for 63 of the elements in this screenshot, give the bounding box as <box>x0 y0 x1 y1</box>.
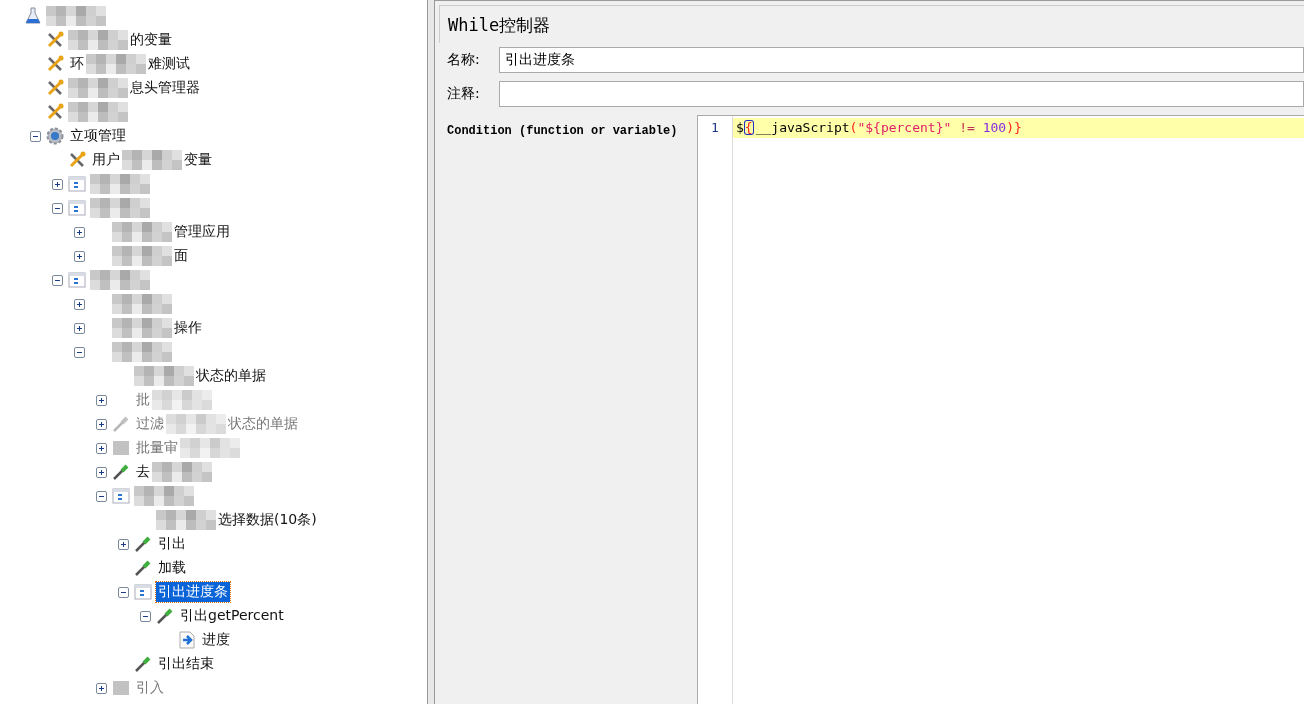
pipette-icon <box>156 607 174 625</box>
condition-label: Condition (function or variable) <box>447 124 678 138</box>
input-field[interactable] <box>499 81 1304 107</box>
controller-icon <box>68 175 86 193</box>
tree-node-label[interactable]: 用户 <box>90 150 122 170</box>
controller-icon <box>112 487 130 505</box>
expand-toggle[interactable] <box>51 178 63 190</box>
tools-icon <box>46 103 64 121</box>
expand-toggle[interactable] <box>73 346 85 358</box>
expand-toggle[interactable] <box>95 490 107 502</box>
controller-icon <box>134 583 152 601</box>
tree-node-label[interactable]: 息头管理器 <box>128 78 202 98</box>
expand-toggle[interactable] <box>73 226 85 238</box>
flask-icon <box>24 7 42 25</box>
panel-title: While控制器 <box>448 15 551 35</box>
controller-icon <box>68 271 86 289</box>
tree-node-label[interactable]: 难测试 <box>146 54 192 74</box>
line-number: 1 <box>711 119 719 137</box>
code-line: ${ __javaScript("${percent}" != 100)} <box>736 120 1022 135</box>
tree-node-label[interactable]: 变量 <box>182 150 214 170</box>
expand-toggle[interactable] <box>139 610 151 622</box>
expand-toggle[interactable] <box>73 298 85 310</box>
gear-icon <box>46 127 64 145</box>
tree-node-label[interactable]: 进度 <box>200 630 232 650</box>
controller-icon <box>68 199 86 217</box>
expand-toggle[interactable] <box>117 538 129 550</box>
disabled-controller-icon <box>112 679 130 697</box>
code-editor[interactable]: 1 ${ __javaScript("${percent}" != 100)} <box>697 115 1304 704</box>
tree-node-label[interactable]: 立项管理 <box>68 126 128 146</box>
tools-icon <box>46 31 64 49</box>
expand-toggle[interactable] <box>73 322 85 334</box>
field-label: 注释: <box>447 85 481 103</box>
tree-node-label[interactable]: 状态的单据 <box>194 366 268 386</box>
tree-node-label[interactable]: 引出 <box>156 534 188 554</box>
pipette-icon <box>134 535 152 553</box>
expand-toggle[interactable] <box>29 130 41 142</box>
tree-node-label[interactable]: 操作 <box>172 318 204 338</box>
pipette-icon <box>112 415 130 433</box>
disabled-controller-icon <box>112 439 130 457</box>
pipette-icon <box>112 463 130 481</box>
expand-toggle[interactable] <box>51 202 63 214</box>
arrow-page-icon <box>178 631 196 649</box>
tree-node-label[interactable]: 加载 <box>156 558 188 578</box>
expand-toggle[interactable] <box>95 466 107 478</box>
expand-toggle[interactable] <box>117 586 129 598</box>
input-field[interactable]: 引出进度条 <box>499 47 1304 73</box>
tree-node-label[interactable]: 引出进度条 <box>156 582 230 602</box>
pipette-icon <box>134 559 152 577</box>
tree-node-label[interactable]: 的变量 <box>128 30 174 50</box>
expand-toggle[interactable] <box>73 250 85 262</box>
tree-node-label[interactable]: 引出getPercent <box>178 606 286 626</box>
tools-icon <box>46 55 64 73</box>
tree-node-label[interactable]: 管理应用 <box>172 222 232 242</box>
field-label: 名称: <box>447 51 481 69</box>
tree-node-label[interactable]: 选择数据(10条) <box>216 510 319 530</box>
tools-icon <box>68 151 86 169</box>
tools-icon <box>46 79 64 97</box>
tree-node-label[interactable]: 引出结束 <box>156 654 216 674</box>
tree-node-label[interactable]: 去 <box>134 462 152 482</box>
pipette-icon <box>134 655 152 673</box>
tree-node-label[interactable]: 面 <box>172 246 190 266</box>
tree-node-label[interactable]: 环 <box>68 54 86 74</box>
expand-toggle[interactable] <box>51 274 63 286</box>
